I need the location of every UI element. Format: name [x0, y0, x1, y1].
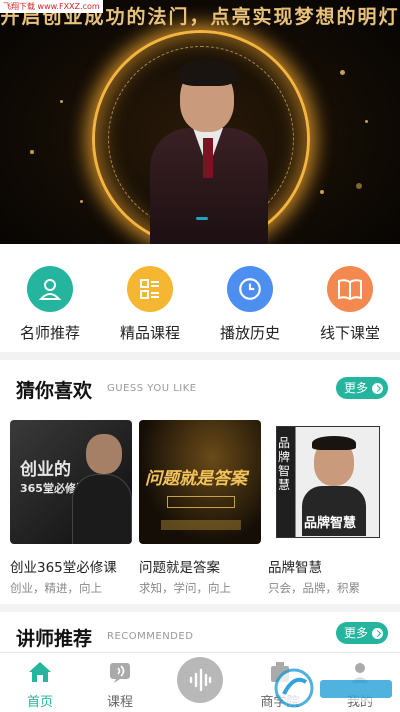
tab-player[interactable] [160, 653, 240, 712]
home-icon [27, 659, 53, 685]
course-tags: 只会，品牌，积累 [268, 581, 360, 595]
course-tags: 创业，精进，向上 [10, 581, 102, 595]
tab-label: 首页 [26, 695, 53, 710]
section-subtitle: GUESS YOU LIKE [107, 383, 197, 394]
more-button[interactable]: 更多 [335, 622, 388, 644]
teachers-section: 讲师推荐 RECOMMENDED 更多 [0, 612, 400, 652]
book-icon [327, 266, 373, 312]
audio-wave-icon [177, 657, 223, 703]
course-title: 创业365堂必修课 [10, 560, 117, 576]
tab-courses[interactable]: 课程 [80, 653, 160, 712]
shortcut-teachers[interactable]: 名师推荐 [5, 266, 95, 352]
download-site-logo-watermark [274, 668, 396, 708]
shortcut-offline-class[interactable]: 线下课堂 [305, 266, 395, 352]
course-icon [108, 659, 132, 685]
more-button[interactable]: 更多 [335, 377, 388, 399]
shortcut-courses[interactable]: 精品课程 [105, 266, 195, 352]
shortcut-label: 线下课堂 [319, 324, 380, 342]
section-title: 猜你喜欢 [16, 380, 93, 402]
course-card[interactable]: 创业的 365堂必修课 创业365堂必修课 创业，精进，向上 [10, 420, 132, 596]
course-title: 问题就是答案 [139, 560, 220, 576]
course-title: 品牌智慧 [268, 560, 322, 576]
course-cover: 创业的 365堂必修课 [10, 420, 132, 544]
section-subtitle: RECOMMENDED [107, 631, 194, 642]
chevron-right-icon [372, 628, 383, 639]
shortcut-label: 名师推荐 [19, 324, 80, 342]
section-title: 讲师推荐 [16, 628, 93, 650]
guess-you-like-section: 猜你喜欢 GUESS YOU LIKE 更多 创业的 365堂必修课 创业365… [0, 360, 400, 604]
hero-banner[interactable]: 开启创业成功的法门，点亮实现梦想的明灯 [0, 0, 400, 244]
teacher-icon [27, 266, 73, 312]
shortcut-history[interactable]: 播放历史 [205, 266, 295, 352]
course-tags: 求知，学问，向上 [139, 581, 231, 595]
shortcut-label: 播放历史 [219, 324, 280, 342]
carousel-indicator[interactable] [196, 217, 208, 220]
tab-label: 课程 [106, 695, 133, 710]
course-cover: 品牌智慧 品牌智慧 [268, 420, 390, 544]
course-card[interactable]: 问题就是答案 问题就是答案 求知，学问，向上 [139, 420, 261, 596]
clock-icon [227, 266, 273, 312]
shortcut-label: 精品课程 [119, 324, 180, 342]
chevron-right-icon [372, 383, 383, 394]
course-card[interactable]: 品牌智慧 品牌智慧 品牌智慧 只会，品牌，积累 [268, 420, 390, 596]
course-cover: 问题就是答案 [139, 420, 261, 544]
tab-home[interactable]: 首页 [0, 653, 80, 712]
shortcut-grid: 名师推荐 精品课程 播放历史 线下课堂 [0, 244, 400, 352]
list-icon [127, 266, 173, 312]
more-label: 更多 [343, 626, 368, 640]
site-watermark: 飞翔下载 www.FXXZ.com [0, 0, 103, 13]
more-label: 更多 [343, 381, 368, 395]
